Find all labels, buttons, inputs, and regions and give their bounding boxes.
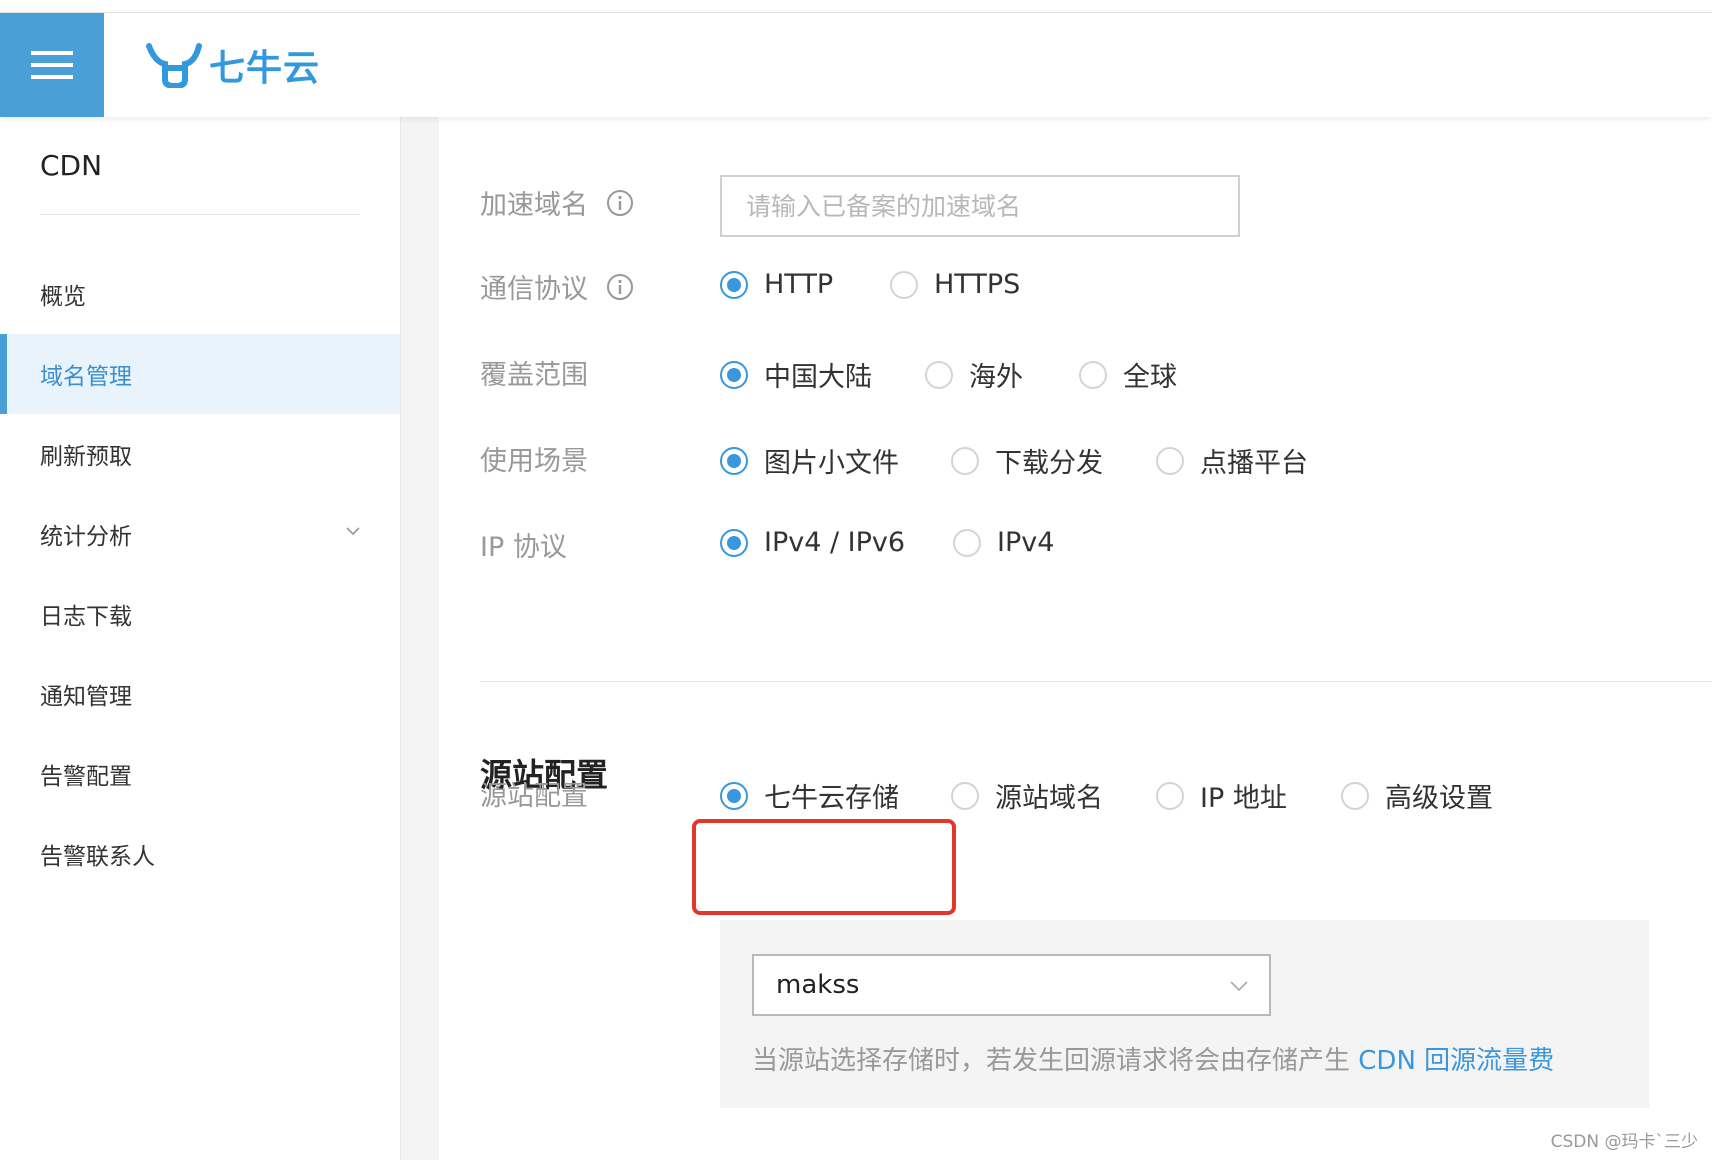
top-header: 七牛云 (0, 13, 1712, 117)
radio-label: IPv4 (997, 527, 1055, 558)
chevron-down-icon (346, 527, 360, 536)
radio-unchecked (951, 446, 979, 475)
radio-label: HTTP (764, 269, 834, 300)
watermark: CSDN @玛卡`三少 (1550, 1132, 1698, 1152)
sidebar-item-log-download[interactable]: 日志下载 (0, 574, 400, 654)
domain-label: 加速域名 (480, 183, 634, 222)
radio-unchecked (1156, 781, 1184, 810)
sidebar-item-overview[interactable]: 概览 (0, 254, 400, 334)
sidebar-item-refresh-prefetch[interactable]: 刷新预取 (0, 414, 400, 494)
domain-label-text: 加速域名 (480, 190, 588, 221)
sidebar-item-label: 域名管理 (40, 364, 132, 390)
window-top-strip (0, 0, 1712, 13)
domain-input[interactable] (720, 175, 1240, 237)
radio-unchecked (953, 528, 981, 557)
origin-storage-panel: makss 当源站选择存储时，若发生回源请求将会由存储产生 CDN 回源流量费 (720, 920, 1649, 1108)
menu-toggle-button[interactable] (0, 13, 104, 117)
radio-checked (720, 528, 748, 557)
radio-checked (720, 270, 748, 299)
cdn-origin-fee-link[interactable]: CDN 回源流量费 (1358, 1046, 1554, 1076)
sidebar-item-label: 统计分析 (40, 524, 132, 550)
sidebar-item-label: 刷新预取 (40, 444, 132, 470)
protocol-label: 通信协议 (480, 267, 634, 306)
annotation-highlight-box (692, 819, 956, 915)
radio-unchecked (925, 360, 953, 389)
ip-protocol-label: IP 协议 (480, 525, 567, 564)
sidebar-item-statistics[interactable]: 统计分析 (0, 494, 400, 574)
radio-coverage-overseas[interactable]: 海外 (925, 355, 1023, 394)
radio-label: HTTPS (934, 269, 1021, 300)
radio-label: 下载分发 (995, 448, 1103, 479)
sidebar-title: CDN (40, 149, 103, 182)
coverage-label: 覆盖范围 (480, 353, 588, 392)
sidebar-item-domain-management[interactable]: 域名管理 (0, 334, 400, 414)
radio-origin-domain[interactable]: 源站域名 (951, 776, 1103, 815)
radio-checked (720, 360, 748, 389)
chevron-down-icon (1230, 981, 1248, 992)
section-divider (480, 681, 1712, 682)
origin-hint-text: 当源站选择存储时，若发生回源请求将会由存储产生 (752, 1046, 1359, 1076)
brand-logo[interactable]: 七牛云 (145, 41, 320, 89)
radio-protocol-https[interactable]: HTTPS (890, 269, 1020, 300)
radio-label: 全球 (1123, 362, 1177, 393)
radio-origin-qiniu-storage[interactable]: 七牛云存储 (720, 776, 899, 815)
sidebar-item-label: 通知管理 (40, 684, 132, 710)
origin-label-text: 源站配置 (480, 781, 588, 812)
radio-origin-ip[interactable]: IP 地址 (1156, 776, 1287, 815)
origin-hint: 当源站选择存储时，若发生回源请求将会由存储产生 CDN 回源流量费 (752, 1040, 1554, 1077)
radio-label: 七牛云存储 (764, 783, 899, 814)
radio-unchecked (1156, 446, 1184, 475)
sidebar-item-label: 告警联系人 (40, 844, 155, 870)
origin-label: 源站配置 (480, 774, 588, 813)
radio-label: 海外 (969, 362, 1023, 393)
sidebar: CDN 概览 域名管理 刷新预取 统计分析 日志下载 通知管理 告警配置 告警联… (0, 117, 401, 1160)
sidebar-divider (40, 214, 360, 215)
bucket-select-value: makss (776, 970, 860, 1000)
radio-checked (720, 446, 748, 475)
sidebar-item-label: 概览 (40, 284, 86, 310)
sidebar-item-label: 告警配置 (40, 764, 132, 790)
scenario-label: 使用场景 (480, 439, 588, 478)
radio-label: IPv4 / IPv6 (764, 527, 906, 558)
radio-checked (720, 781, 748, 810)
bull-logo-icon (146, 43, 202, 88)
content-gutter (401, 117, 439, 1160)
protocol-label-text: 通信协议 (480, 274, 588, 305)
sidebar-item-label: 日志下载 (40, 604, 132, 630)
radio-label: IP 地址 (1200, 783, 1287, 814)
radio-label: 高级设置 (1385, 783, 1493, 814)
radio-label: 点播平台 (1200, 448, 1308, 479)
hamburger-icon (31, 43, 73, 87)
radio-scenario-download[interactable]: 下载分发 (951, 441, 1103, 480)
radio-scenario-images[interactable]: 图片小文件 (720, 441, 899, 480)
radio-unchecked (890, 270, 918, 299)
radio-coverage-global[interactable]: 全球 (1079, 355, 1177, 394)
radio-ip-v4[interactable]: IPv4 (953, 527, 1054, 558)
coverage-label-text: 覆盖范围 (480, 360, 588, 391)
radio-label: 中国大陆 (764, 362, 872, 393)
sidebar-item-notification[interactable]: 通知管理 (0, 654, 400, 734)
radio-protocol-http[interactable]: HTTP (720, 269, 833, 300)
ip-protocol-label-text: IP 协议 (480, 532, 567, 563)
main-content: 加速域名 通信协议 HTTP HTTPS 覆盖范围 中国大陆 海外 全球 使用场… (439, 117, 1712, 1160)
radio-ip-dual[interactable]: IPv4 / IPv6 (720, 527, 905, 558)
radio-unchecked (951, 781, 979, 810)
sidebar-item-alert-contacts[interactable]: 告警联系人 (0, 814, 400, 894)
radio-label: 源站域名 (995, 783, 1103, 814)
radio-unchecked (1079, 360, 1107, 389)
scenario-label-text: 使用场景 (480, 446, 588, 477)
info-icon[interactable] (606, 273, 634, 301)
radio-origin-advanced[interactable]: 高级设置 (1341, 776, 1493, 815)
radio-unchecked (1341, 781, 1369, 810)
radio-coverage-mainland[interactable]: 中国大陆 (720, 355, 872, 394)
radio-label: 图片小文件 (764, 448, 899, 479)
sidebar-item-alert-config[interactable]: 告警配置 (0, 734, 400, 814)
info-icon[interactable] (606, 189, 634, 217)
radio-scenario-vod[interactable]: 点播平台 (1156, 441, 1308, 480)
brand-name: 七牛云 (209, 48, 321, 89)
bucket-select[interactable]: makss (752, 954, 1271, 1016)
